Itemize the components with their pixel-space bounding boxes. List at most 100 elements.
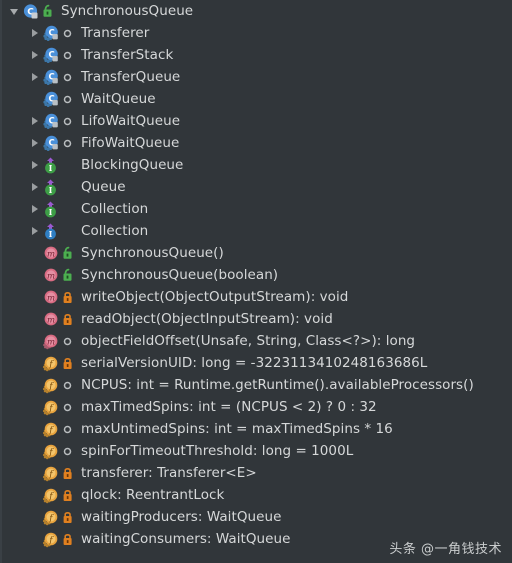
method-icon: m [42, 267, 59, 284]
tree-row-label: Collection [81, 223, 149, 239]
tree-row[interactable]: m objectFieldOffset(Unsafe, String, Class… [2, 330, 512, 352]
tree-twisty-placeholder [26, 440, 42, 462]
tree-row[interactable]: m SynchronousQueue(boolean) [2, 264, 512, 286]
tree-row-label: serialVersionUID: long = -32231134102481… [81, 355, 428, 371]
tree-row[interactable]: m SynchronousQueue() [2, 242, 512, 264]
class-icon: C [22, 3, 39, 20]
chevron-down-icon[interactable] [6, 0, 22, 22]
tree-row[interactable]: C SynchronousQueue [2, 0, 512, 22]
chevron-right-icon[interactable] [26, 110, 42, 132]
field-icon: f [42, 421, 59, 438]
chevron-right-icon[interactable] [26, 22, 42, 44]
package-private-icon [61, 91, 76, 107]
package-private-icon [61, 443, 76, 459]
inner-class-icon: C [42, 47, 59, 64]
tree-twisty-placeholder [26, 88, 42, 110]
tree-row[interactable]: m writeObject(ObjectOutputStream): void [2, 286, 512, 308]
chevron-right-icon[interactable] [26, 132, 42, 154]
tree-row[interactable]: f qlock: ReentrantLock [2, 484, 512, 506]
tree-row-label: LifoWaitQueue [81, 113, 181, 129]
inner-class-icon: C [42, 91, 59, 108]
chevron-right-icon[interactable] [26, 198, 42, 220]
field-icon: f [42, 531, 59, 548]
package-private-icon [61, 69, 76, 85]
tree-row[interactable]: f transferer: Transferer<E> [2, 462, 512, 484]
tree-row[interactable]: f waitingProducers: WaitQueue [2, 506, 512, 528]
tree-row-label: FifoWaitQueue [81, 135, 180, 151]
tree-row-label: NCPUS: int = Runtime.getRuntime().availa… [81, 377, 474, 393]
lock-closed-icon [61, 289, 76, 305]
tree-row-label: TransferQueue [81, 69, 181, 85]
structure-tool-window[interactable]: C SynchronousQueue C Transferer C TransferSta… [0, 0, 512, 563]
tree-row[interactable]: C LifoWaitQueue [2, 110, 512, 132]
interface-icon: I [42, 223, 59, 240]
tree-row[interactable]: I BlockingQueue [2, 154, 512, 176]
chevron-right-icon[interactable] [26, 176, 42, 198]
lock-closed-icon [61, 487, 76, 503]
tree-twisty-placeholder [26, 352, 42, 374]
tree-row[interactable]: C WaitQueue [2, 88, 512, 110]
package-private-icon [61, 25, 76, 41]
chevron-right-icon[interactable] [26, 66, 42, 88]
tree-twisty-placeholder [26, 286, 42, 308]
lock-closed-icon [61, 509, 76, 525]
package-private-icon [61, 113, 76, 129]
tree-row[interactable]: f NCPUS: int = Runtime.getRuntime().avail… [2, 374, 512, 396]
tree-row[interactable]: f maxTimedSpins: int = (NCPUS < 2) ? 0 : … [2, 396, 512, 418]
method-icon: m [42, 311, 59, 328]
tree-row[interactable]: I Queue [2, 176, 512, 198]
field-icon: f [42, 465, 59, 482]
tree-row-label: BlockingQueue [81, 157, 184, 173]
svg-text:m: m [47, 315, 55, 325]
tree-row[interactable]: I Collection [2, 198, 512, 220]
structure-tree[interactable]: C SynchronousQueue C Transferer C TransferSta… [2, 0, 512, 550]
package-private-icon [61, 333, 76, 349]
interface-icon: I [42, 157, 59, 174]
svg-text:I: I [49, 207, 53, 217]
tree-row[interactable]: I Collection [2, 220, 512, 242]
chevron-right-icon[interactable] [26, 154, 42, 176]
tree-row-label: Collection [81, 201, 149, 217]
tree-row[interactable]: C TransferStack [2, 44, 512, 66]
chevron-right-icon[interactable] [26, 44, 42, 66]
tree-row-label: writeObject(ObjectOutputStream): void [81, 289, 349, 305]
no-visibility-icon [61, 157, 76, 173]
tree-row-label: WaitQueue [81, 91, 156, 107]
svg-text:m: m [47, 337, 55, 347]
tree-row[interactable]: C Transferer [2, 22, 512, 44]
tree-row-label: SynchronousQueue [61, 3, 194, 19]
interface-icon: I [42, 201, 59, 218]
tree-row[interactable]: C TransferQueue [2, 66, 512, 88]
tree-row[interactable]: f maxUntimedSpins: int = maxTimedSpins * … [2, 418, 512, 440]
svg-text:I: I [49, 229, 53, 239]
package-private-icon [61, 399, 76, 415]
svg-text:m: m [47, 249, 55, 259]
tree-row-label: waitingConsumers: WaitQueue [81, 531, 291, 547]
tree-twisty-placeholder [26, 418, 42, 440]
tree-twisty-placeholder [26, 330, 42, 352]
tree-row[interactable]: m readObject(ObjectInputStream): void [2, 308, 512, 330]
chevron-right-icon[interactable] [26, 220, 42, 242]
lock-closed-icon [61, 355, 76, 371]
tree-row[interactable]: C FifoWaitQueue [2, 132, 512, 154]
tree-row-label: maxUntimedSpins: int = maxTimedSpins * 1… [81, 421, 393, 437]
tree-row[interactable]: f serialVersionUID: long = -3223113410248… [2, 352, 512, 374]
method-icon: m [42, 245, 59, 262]
svg-text:m: m [47, 271, 55, 281]
svg-text:I: I [49, 163, 53, 173]
lock-closed-icon [61, 531, 76, 547]
field-icon: f [42, 355, 59, 372]
method-icon: m [42, 289, 59, 306]
no-visibility-icon [61, 179, 76, 195]
tree-row[interactable]: f spinForTimeoutThreshold: long = 1000L [2, 440, 512, 462]
